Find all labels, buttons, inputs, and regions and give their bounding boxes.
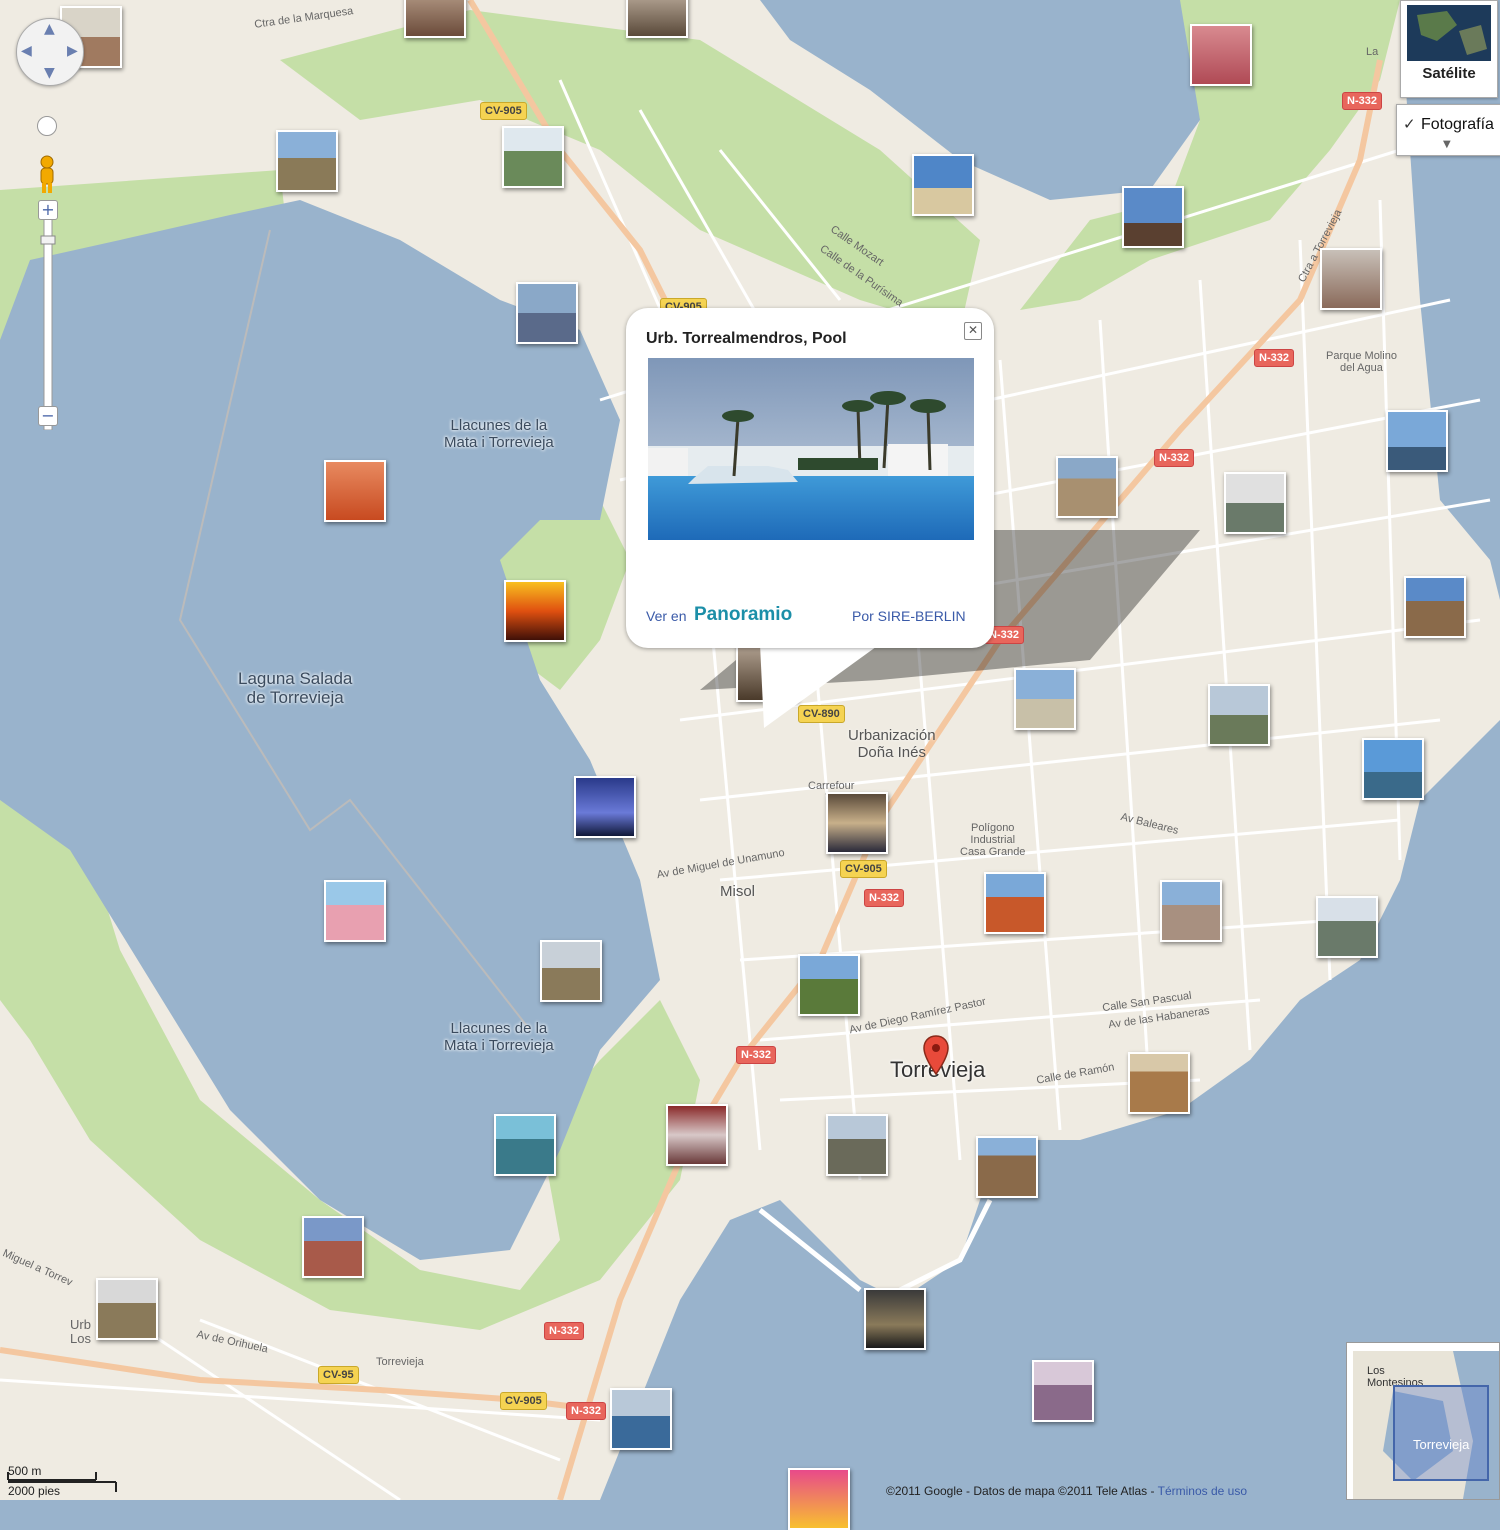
- panoramio-link[interactable]: Panoramio: [694, 604, 792, 626]
- road-shield-cv95: CV-95: [318, 1366, 359, 1384]
- photo-thumbnail[interactable]: [404, 0, 466, 38]
- author-link[interactable]: Por SIRE-BERLIN: [852, 608, 966, 624]
- check-icon: ✓: [1403, 115, 1416, 133]
- street-view-pegman-icon[interactable]: [36, 155, 58, 195]
- photo-thumbnail[interactable]: [864, 1288, 926, 1350]
- pan-left-icon[interactable]: ◀: [21, 43, 32, 59]
- photo-thumbnail[interactable]: [494, 1114, 556, 1176]
- photo-thumbnail[interactable]: [96, 1278, 158, 1340]
- satellite-preview-icon: [1407, 5, 1491, 61]
- misol-label: Misol: [720, 883, 756, 900]
- llacunes-label-bottom: Llacunes de la Mata i Torrevieja: [444, 1020, 554, 1054]
- photo-thumbnail[interactable]: [984, 872, 1046, 934]
- overview-label-torrevieja: Torrevieja: [1413, 1437, 1470, 1452]
- zoom-out-button[interactable]: −: [38, 406, 58, 426]
- photo-thumbnail[interactable]: [302, 1216, 364, 1278]
- photo-thumbnail[interactable]: [1032, 1360, 1094, 1422]
- road-shield-cv905: CV-905: [500, 1392, 547, 1410]
- photo-thumbnail[interactable]: [610, 1388, 672, 1450]
- photo-thumbnail[interactable]: [540, 940, 602, 1002]
- scale-bar: 500 m 2000 pies: [6, 1462, 126, 1498]
- photo-thumbnail[interactable]: [1208, 684, 1270, 746]
- zoom-slider-handle: [40, 235, 56, 245]
- location-marker-icon[interactable]: [922, 1034, 950, 1076]
- photo-thumbnail[interactable]: [1316, 896, 1378, 958]
- photo-thumbnail[interactable]: [826, 1114, 888, 1176]
- terms-link[interactable]: Términos de uso: [1158, 1484, 1247, 1498]
- rotate-icon[interactable]: [37, 116, 57, 136]
- photo-thumbnail[interactable]: [516, 282, 578, 344]
- pan-up-icon[interactable]: ▲: [44, 21, 55, 37]
- photo-thumbnail[interactable]: [276, 130, 338, 192]
- overview-map-canvas[interactable]: Los Montesinos Torrevieja: [1353, 1351, 1499, 1499]
- llacunes-label-top: Llacunes de la Mata i Torrevieja: [444, 417, 554, 451]
- road-shield-n332: N-332: [566, 1402, 606, 1420]
- close-icon[interactable]: ✕: [964, 322, 982, 340]
- photo-thumbnail[interactable]: [626, 0, 688, 38]
- photo-thumbnail[interactable]: [666, 1104, 728, 1166]
- road-shield-n332: N-332: [864, 889, 904, 907]
- label-la: La: [1366, 46, 1379, 58]
- photo-thumbnail[interactable]: [788, 1468, 850, 1530]
- zoom-in-button[interactable]: +: [38, 200, 58, 220]
- photo-thumbnail[interactable]: [324, 880, 386, 942]
- photo-thumbnail[interactable]: [798, 954, 860, 1016]
- photo-thumbnail[interactable]: [826, 792, 888, 854]
- photo-thumbnail[interactable]: [1056, 456, 1118, 518]
- photo-thumbnail[interactable]: [1320, 248, 1382, 310]
- zoom-slider-track[interactable]: [38, 200, 58, 430]
- photo-thumbnail[interactable]: [976, 1136, 1038, 1198]
- laguna-salada-label: Laguna Salada de Torrevieja: [238, 669, 353, 707]
- pan-right-icon[interactable]: ▶: [67, 43, 78, 59]
- road-shield-n332: N-332: [544, 1322, 584, 1340]
- photo-thumbnail[interactable]: [1224, 472, 1286, 534]
- photo-thumbnail[interactable]: [324, 460, 386, 522]
- road-shield-n332: N-332: [736, 1046, 776, 1064]
- photo-thumbnail[interactable]: [574, 776, 636, 838]
- chevron-down-icon[interactable]: ▼: [1443, 139, 1451, 150]
- photo-thumbnail[interactable]: [1014, 668, 1076, 730]
- overview-map[interactable]: Los Montesinos Torrevieja: [1346, 1342, 1500, 1500]
- scale-imperial: 2000 pies: [8, 1484, 61, 1498]
- photo-title: Urb. Torrealmendros, Pool: [646, 330, 847, 347]
- poligono-label: Polígono Industrial Casa Grande: [960, 822, 1026, 859]
- photo-info-window: Urb. Torrealmendros, Pool ✕ Ver en Panor…: [626, 308, 994, 648]
- pan-down-icon[interactable]: ▼: [44, 65, 55, 81]
- photo-thumbnail[interactable]: [1160, 880, 1222, 942]
- scale-metric: 500 m: [8, 1464, 42, 1478]
- pan-control[interactable]: ▲ ▼ ◀ ▶: [16, 18, 84, 86]
- parque-label: Parque Molino del Agua: [1326, 350, 1397, 375]
- road-shield-n332: N-332: [1154, 449, 1194, 467]
- map-canvas[interactable]: [0, 0, 1500, 1500]
- photos-layer-toggle[interactable]: ✓ Fotografía ▼: [1396, 104, 1500, 156]
- photo-thumbnail[interactable]: [504, 580, 566, 642]
- photo-thumbnail[interactable]: [1128, 1052, 1190, 1114]
- photo-thumbnail[interactable]: [912, 154, 974, 216]
- photo-thumbnail[interactable]: [502, 126, 564, 188]
- photo-thumbnail[interactable]: [1122, 186, 1184, 248]
- satellite-map-type-button[interactable]: Satélite: [1400, 0, 1498, 98]
- photo-preview[interactable]: [648, 358, 974, 540]
- torrevieja-small-label: Torrevieja: [376, 1356, 424, 1368]
- photo-thumbnail[interactable]: [1386, 410, 1448, 472]
- photos-label: Fotografía: [1421, 116, 1494, 133]
- satellite-label: Satélite: [1422, 65, 1476, 82]
- photo-thumbnail[interactable]: [1190, 24, 1252, 86]
- road-shield-n332: N-332: [1342, 92, 1382, 110]
- urb-los-label: Urb Los: [70, 1317, 91, 1347]
- road-shield-cv905: CV-905: [840, 860, 887, 878]
- road-shield-cv905: CV-905: [480, 102, 527, 120]
- photo-thumbnail[interactable]: [1362, 738, 1424, 800]
- overview-viewport-box[interactable]: [1393, 1385, 1489, 1481]
- view-on-label: Ver en: [646, 608, 687, 624]
- popup-tail: [760, 644, 880, 728]
- road-shield-n332: N-332: [1254, 349, 1294, 367]
- copyright-text: ©2011 Google - Datos de mapa ©2011 Tele …: [886, 1484, 1248, 1498]
- photo-thumbnail[interactable]: [1404, 576, 1466, 638]
